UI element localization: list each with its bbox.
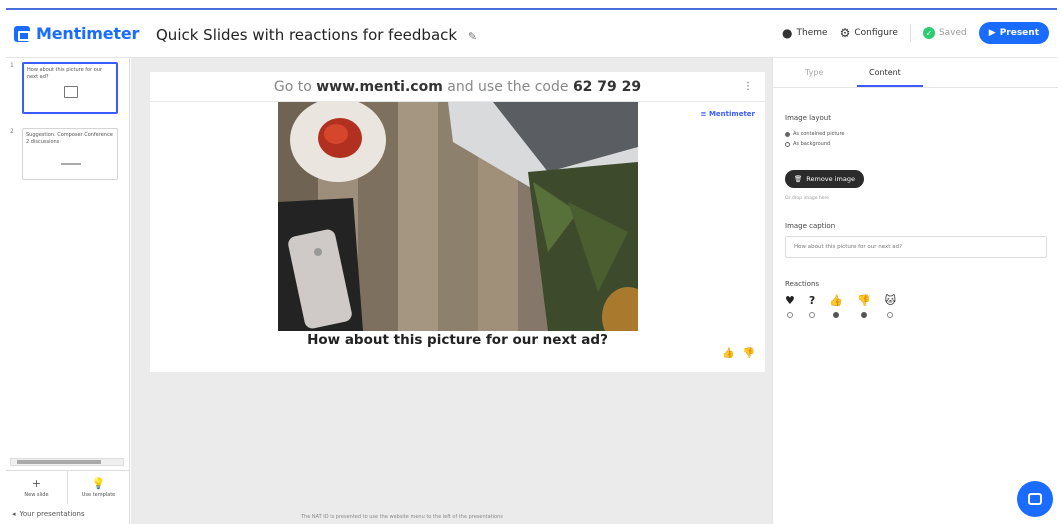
slides-sidebar: 1 How about this picture for our next ad… [6, 58, 130, 524]
image-layout-label: Image layout [785, 114, 831, 122]
heart-icon: ♥ [785, 294, 795, 307]
mentimeter-logo-icon [14, 25, 30, 42]
code-middle-text: and use the code [447, 79, 569, 95]
panel-tabs: Type Content [773, 58, 1058, 88]
present-label: Present [999, 28, 1039, 38]
horizontal-scrollbar[interactable] [10, 458, 124, 466]
remove-image-button[interactable]: 🗑 Remove image [785, 170, 864, 188]
saved-status: ✓ Saved [922, 27, 967, 39]
toolbar-divider [909, 24, 911, 42]
sidebar-actions: + New slide 💡 Use template [6, 470, 130, 504]
slide-thumbnail-2[interactable]: Suggestion: Composer Conference 2 discus… [22, 128, 118, 180]
slide-number: 1 [10, 62, 14, 69]
logo-text: Mentimeter [36, 24, 140, 43]
thumbs-up-icon: 👍 [722, 348, 735, 359]
presentation-title[interactable]: Quick Slides with reactions for feedback… [156, 26, 477, 44]
new-slide-button[interactable]: + New slide [6, 471, 68, 504]
tab-type[interactable]: Type [805, 68, 823, 77]
presentation-title-text: Quick Slides with reactions for feedback [156, 26, 458, 44]
image-icon [64, 86, 78, 98]
join-code-bar: Go to www.menti.com and use the code 62 … [150, 72, 765, 102]
layout-option-background[interactable]: As background [785, 141, 830, 147]
chat-support-button[interactable] [1017, 481, 1053, 517]
layout-option-label: As background [793, 141, 831, 147]
reaction-checkbox[interactable] [860, 312, 867, 318]
lines-icon [61, 163, 81, 165]
your-presentations-link[interactable]: ◂ Your presentations [12, 510, 85, 518]
thumbs-up-icon: 👍 [829, 294, 843, 307]
back-arrow-icon: ◂ [12, 510, 16, 518]
slide-canvas-area: Go to www.menti.com and use the code 62 … [131, 58, 772, 524]
plus-icon: + [31, 477, 42, 490]
logo[interactable]: Mentimeter [14, 24, 139, 43]
droplet-icon: ● [782, 26, 793, 40]
theme-label: Theme [796, 28, 828, 38]
slide-reactions: 👍 👎 [722, 348, 755, 359]
use-template-label: Use template [81, 492, 116, 498]
top-bar: Mentimeter Quick Slides with reactions f… [6, 8, 1057, 58]
radio-selected-icon [785, 131, 790, 137]
strawberry-highlight [324, 124, 348, 144]
plank [398, 102, 438, 331]
voting-code: 62 79 29 [572, 79, 642, 95]
image-caption-label: Image caption [785, 222, 836, 230]
phone-camera [314, 248, 322, 256]
slide-thumbnail-text: How about this picture for our next ad? [27, 67, 103, 80]
radio-icon [785, 141, 790, 147]
menu-icon: ≡ [700, 110, 707, 118]
more-options-icon[interactable]: ⋮ [743, 72, 753, 102]
thumbs-down-icon: 👎 [742, 348, 755, 359]
reaction-thumbs-up[interactable]: 👍 [829, 294, 843, 318]
configure-label: Configure [854, 28, 898, 38]
thumbs-down-icon: 👎 [856, 294, 871, 307]
reaction-thumbs-down[interactable]: 👎 [857, 294, 871, 318]
settings-panel: Type Content Image layout As contained p… [772, 58, 1058, 524]
image-caption-input[interactable]: How about this picture for our next ad? [785, 236, 1047, 258]
reaction-cat[interactable]: 🐱 [885, 294, 896, 318]
menti-url: www.menti.com [316, 79, 443, 95]
trash-icon: 🗑 [794, 175, 803, 183]
tab-content[interactable]: Content [869, 68, 901, 77]
configure-button[interactable]: ⚙ Configure [840, 26, 898, 40]
your-presentations-label: Your presentations [19, 510, 85, 518]
slide-caption: How about this picture for our next ad? [307, 332, 608, 348]
present-button[interactable]: ▶ Present [978, 22, 1049, 44]
slide-preview[interactable]: Go to www.menti.com and use the code 62 … [150, 72, 765, 372]
code-prefix: Go to [273, 79, 312, 95]
new-slide-label: New slide [24, 492, 49, 498]
gear-icon: ⚙ [839, 26, 851, 40]
reaction-checkbox[interactable] [833, 312, 840, 318]
saved-label: Saved [938, 28, 967, 38]
slide-number: 2 [10, 128, 14, 135]
question-icon: ? [808, 294, 816, 307]
play-icon: ▶ [988, 28, 996, 38]
drop-image-hint: Or drop image here [785, 196, 830, 201]
check-icon: ✓ [922, 27, 935, 39]
slide-brand-text: Mentimeter [708, 110, 755, 118]
active-tab-indicator [857, 85, 923, 87]
layout-option-contained[interactable]: As contained picture [785, 131, 844, 137]
use-template-button[interactable]: 💡 Use template [68, 471, 130, 504]
slide-brand-mark: ≡ Mentimeter [701, 110, 755, 118]
reaction-checkbox[interactable] [887, 312, 894, 318]
footer-note: The NAT ID is presented to use the websi… [301, 514, 503, 520]
slide-image [278, 102, 638, 331]
cat-icon: 🐱 [884, 294, 897, 307]
top-actions: ● Theme ⚙ Configure ✓ Saved ▶ Present [782, 22, 1049, 44]
chat-icon [1028, 493, 1042, 505]
slide-thumbnail-text: Suggestion: Composer Conference 2 discus… [26, 132, 113, 145]
reaction-checkbox[interactable] [786, 312, 793, 318]
lightbulb-icon: 💡 [91, 477, 106, 490]
reactions-label: Reactions [785, 280, 820, 288]
edit-pencil-icon[interactable]: ✎ [468, 30, 477, 43]
reaction-heart[interactable]: ♥ [785, 294, 795, 318]
remove-image-label: Remove image [806, 175, 855, 183]
layout-option-label: As contained picture [793, 131, 845, 137]
reaction-checkbox[interactable] [809, 312, 816, 318]
reactions-picker: ♥ ? 👍 👎 🐱 [785, 294, 896, 318]
scrollbar-thumb[interactable] [17, 460, 101, 464]
reaction-question[interactable]: ? [809, 294, 815, 318]
theme-button[interactable]: ● Theme [782, 26, 828, 40]
slide-thumbnail-1[interactable]: How about this picture for our next ad? [22, 62, 118, 114]
